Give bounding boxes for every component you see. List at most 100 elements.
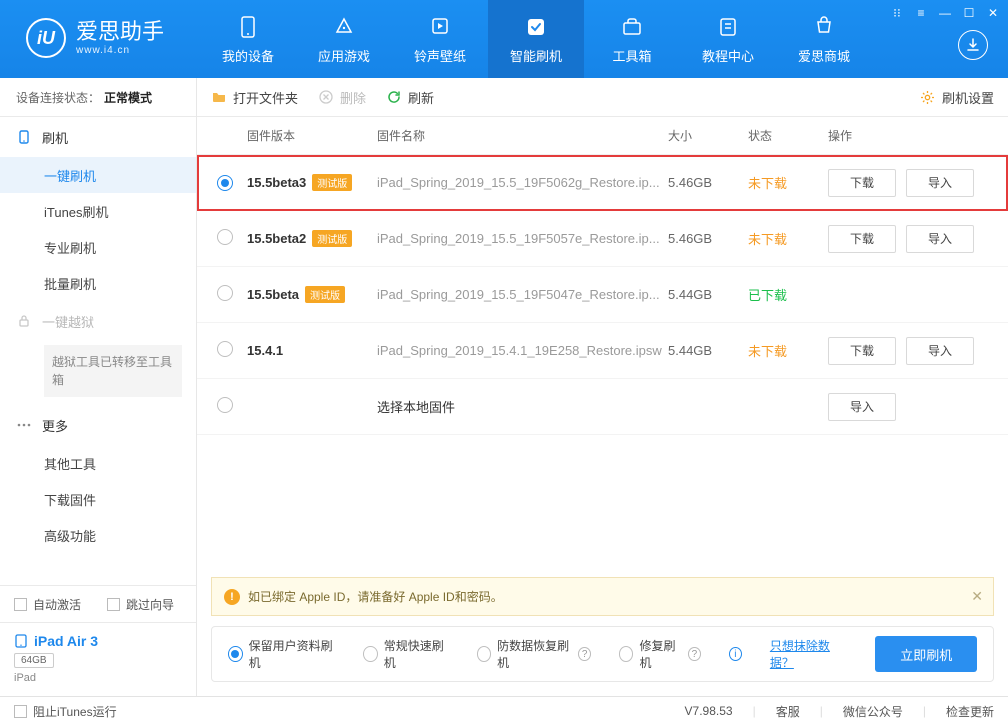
status-bar: 阻止iTunes运行 V7.98.53 | 客服 | 微信公众号 | 检查更新 — [0, 696, 1008, 725]
sidebar-item-flash-0[interactable]: 一键刷机 — [0, 157, 196, 193]
info-icon[interactable]: i — [729, 647, 742, 661]
minimize-button[interactable]: — — [938, 6, 952, 20]
delete-button: 删除 — [318, 88, 366, 107]
menu-button[interactable]: ⁝⁝ — [890, 6, 904, 20]
option-radio[interactable] — [363, 646, 378, 662]
topnav-icon — [235, 14, 261, 40]
topnav-item-6[interactable]: 爱思商城 — [776, 0, 872, 78]
flash-settings-button[interactable]: 刷机设置 — [920, 88, 994, 107]
brand: iU 爱思助手 www.i4.cn — [0, 0, 190, 58]
sidebar-item-more-0[interactable]: 其他工具 — [0, 445, 196, 481]
help-icon[interactable]: ? — [578, 647, 591, 661]
row-radio[interactable] — [217, 341, 233, 357]
delete-icon — [318, 89, 334, 105]
firmware-table: 固件版本 固件名称 大小 状态 操作 15.5beta3 测试版 iPad_Spr… — [197, 117, 1008, 577]
header-version: 固件版本 — [247, 127, 377, 144]
option-radio[interactable] — [228, 646, 243, 662]
option-radio[interactable] — [619, 646, 633, 662]
skip-guide-label: 跳过向导 — [126, 596, 174, 613]
import-button[interactable]: 导入 — [906, 225, 974, 253]
firmware-status: 已下载 — [748, 285, 828, 304]
firmware-name: iPad_Spring_2019_15.4.1_19E258_Restore.i… — [377, 343, 668, 358]
firmware-version: 15.5beta3 — [247, 175, 306, 190]
notice-close-button[interactable]: ✕ — [971, 588, 983, 605]
topnav-item-1[interactable]: 应用游戏 — [296, 0, 392, 78]
auto-activate-label: 自动激活 — [33, 596, 81, 613]
beta-badge: 测试版 — [312, 174, 352, 191]
topnav-item-3[interactable]: 智能刷机 — [488, 0, 584, 78]
sidebar-item-flash-2[interactable]: 专业刷机 — [0, 229, 196, 265]
import-button[interactable]: 导入 — [906, 337, 974, 365]
device-connection-status: 设备连接状态： 正常模式 — [0, 78, 196, 117]
topnav-item-0[interactable]: 我的设备 — [200, 0, 296, 78]
refresh-icon — [386, 89, 402, 105]
top-nav: 我的设备应用游戏铃声壁纸智能刷机工具箱教程中心爱思商城 — [200, 0, 872, 78]
connected-device[interactable]: iPad Air 3 64GB iPad — [0, 622, 196, 696]
sidebar-section-more[interactable]: 更多 — [0, 405, 196, 445]
device-type: iPad — [14, 672, 182, 684]
toolbar: 打开文件夹 删除 刷新 刷机设置 — [197, 78, 1008, 117]
refresh-button[interactable]: 刷新 — [386, 88, 434, 107]
topnav-item-2[interactable]: 铃声壁纸 — [392, 0, 488, 78]
titlebar: iU 爱思助手 www.i4.cn 我的设备应用游戏铃声壁纸智能刷机工具箱教程中… — [0, 0, 1008, 78]
download-button[interactable]: 下载 — [828, 169, 896, 197]
table-row[interactable]: 15.5beta3 测试版 iPad_Spring_2019_15.5_19F50… — [197, 155, 1008, 211]
brand-title: 爱思助手 — [76, 21, 164, 43]
open-folder-button[interactable]: 打开文件夹 — [211, 88, 298, 107]
brand-subtitle: www.i4.cn — [76, 45, 164, 56]
sidebar-item-more-1[interactable]: 下载固件 — [0, 481, 196, 517]
flash-option-1[interactable]: 常规快速刷机 — [363, 637, 448, 671]
wechat-link[interactable]: 微信公众号 — [843, 703, 903, 720]
help-icon[interactable]: ? — [688, 647, 701, 661]
firmware-version: 15.4.1 — [247, 343, 283, 358]
firmware-name: 选择本地固件 — [377, 397, 668, 416]
table-row[interactable]: 15.5beta2测试版 iPad_Spring_2019_15.5_19F50… — [197, 211, 1008, 267]
row-radio[interactable] — [217, 175, 233, 191]
sidebar-item-flash-3[interactable]: 批量刷机 — [0, 265, 196, 301]
topnav-icon — [715, 14, 741, 40]
firmware-name: iPad_Spring_2019_15.5_19F5057e_Restore.i… — [377, 231, 668, 246]
list-button[interactable]: ≡ — [914, 6, 928, 20]
firmware-name: iPad_Spring_2019_15.5_19F5062g_Restore.i… — [377, 175, 668, 190]
auto-activate-checkbox[interactable] — [14, 598, 27, 611]
sidebar-item-flash-1[interactable]: iTunes刷机 — [0, 193, 196, 229]
beta-badge: 测试版 — [312, 230, 352, 247]
flash-option-3[interactable]: 修复刷机? — [619, 637, 701, 671]
topnav-item-4[interactable]: 工具箱 — [584, 0, 680, 78]
block-itunes-label: 阻止iTunes运行 — [33, 703, 117, 720]
flash-option-0[interactable]: 保留用户资料刷机 — [228, 637, 335, 671]
table-row[interactable]: 选择本地固件 导入 — [197, 379, 1008, 435]
sidebar-section-flash[interactable]: 刷机 — [0, 117, 196, 157]
table-header: 固件版本 固件名称 大小 状态 操作 — [197, 117, 1008, 155]
header-status: 状态 — [748, 127, 828, 144]
option-radio[interactable] — [477, 646, 492, 662]
row-radio[interactable] — [217, 397, 233, 413]
jailbreak-moved-note: 越狱工具已转移至工具箱 — [44, 345, 182, 397]
import-button[interactable]: 导入 — [828, 393, 896, 421]
folder-icon — [211, 89, 227, 105]
start-flash-button[interactable]: 立即刷机 — [875, 636, 977, 672]
check-update-link[interactable]: 检查更新 — [946, 703, 994, 720]
row-radio[interactable] — [217, 229, 233, 245]
topnav-icon — [331, 14, 357, 40]
erase-data-link[interactable]: 只想抹除数据？ — [770, 637, 848, 671]
gear-icon — [920, 89, 936, 105]
customer-service-link[interactable]: 客服 — [776, 703, 800, 720]
block-itunes-checkbox[interactable] — [14, 705, 27, 718]
download-button[interactable]: 下载 — [828, 225, 896, 253]
sidebar: 设备连接状态： 正常模式 刷机 一键刷机iTunes刷机专业刷机批量刷机 一键越… — [0, 78, 197, 696]
topnav-item-5[interactable]: 教程中心 — [680, 0, 776, 78]
import-button[interactable]: 导入 — [906, 169, 974, 197]
table-row[interactable]: 15.5beta测试版 iPad_Spring_2019_15.5_19F504… — [197, 267, 1008, 323]
close-button[interactable]: ✕ — [986, 6, 1000, 20]
table-row[interactable]: 15.4.1 iPad_Spring_2019_15.4.1_19E258_Re… — [197, 323, 1008, 379]
sidebar-section-jailbreak[interactable]: 一键越狱 — [0, 301, 196, 341]
download-button[interactable]: 下载 — [828, 337, 896, 365]
phone-icon — [16, 129, 32, 145]
maximize-button[interactable]: ☐ — [962, 6, 976, 20]
row-radio[interactable] — [217, 285, 233, 301]
skip-guide-checkbox[interactable] — [107, 598, 120, 611]
sidebar-item-more-2[interactable]: 高级功能 — [0, 517, 196, 553]
download-manager-button[interactable] — [958, 30, 988, 60]
flash-option-2[interactable]: 防数据恢复刷机? — [477, 637, 591, 671]
